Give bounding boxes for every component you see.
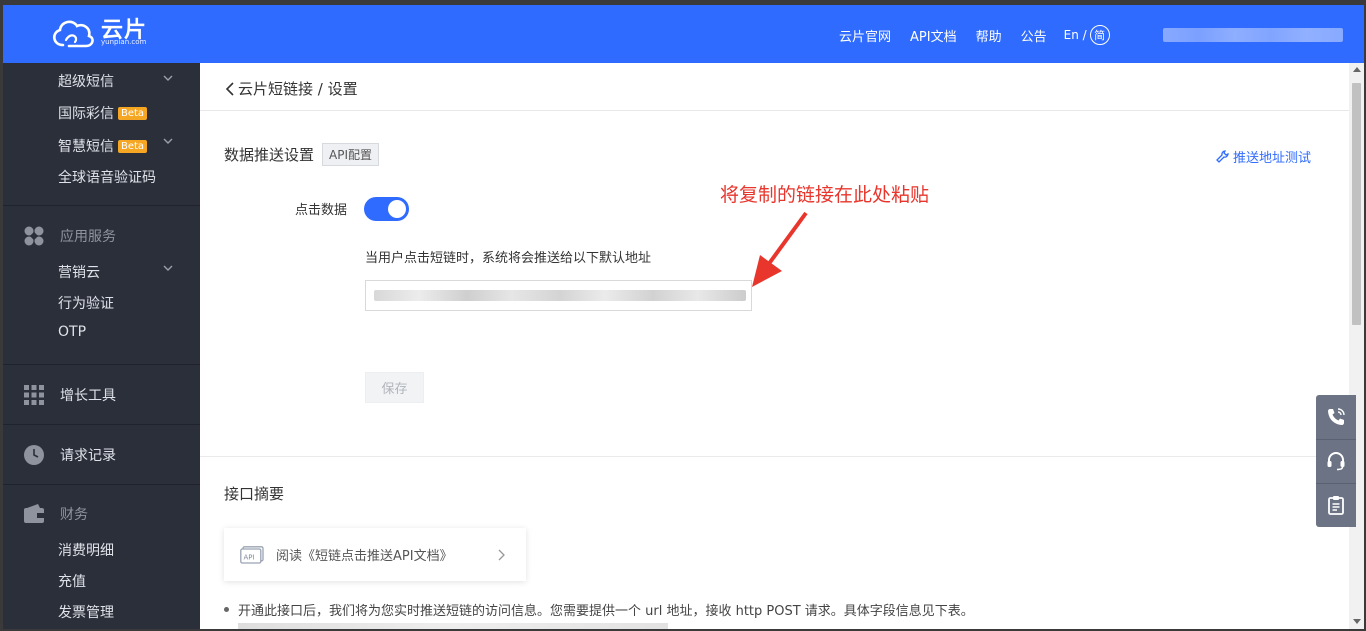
breadcrumb-text[interactable]: 云片短链接 / 设置 <box>238 78 358 99</box>
phone-icon <box>1328 408 1345 425</box>
api-doc-link: 阅读《短链点击推送API文档》 <box>276 549 453 564</box>
nav-help[interactable]: 帮助 <box>976 26 1002 45</box>
redacted-url-value <box>374 290 746 301</box>
app-window: 云片 yunpian.com 云片官网 API文档 帮助 公告 En / 简 超… <box>3 5 1364 629</box>
breadcrumb: 云片短链接 / 设置 <box>225 78 358 99</box>
support-button[interactable] <box>1316 439 1356 483</box>
nav-announcements[interactable]: 公告 <box>1021 26 1047 45</box>
click-data-toggle[interactable] <box>364 197 409 221</box>
feedback-button[interactable] <box>1316 483 1356 527</box>
sidebar-item-label: 发票管理 <box>58 605 114 621</box>
sidebar-item-label: 行为验证 <box>58 296 114 312</box>
sidebar-divider <box>3 424 200 425</box>
nav-official-site[interactable]: 云片官网 <box>839 26 891 45</box>
sidebar-section-request-log[interactable]: 请求记录 <box>23 444 116 466</box>
paste-annotation: 将复制的链接在此处粘贴 <box>720 184 930 206</box>
toggle-label: 点击数据 <box>295 203 348 218</box>
grid-icon <box>24 385 44 405</box>
user-account-redacted[interactable] <box>1163 28 1343 42</box>
annotation-arrow-icon <box>752 211 808 287</box>
apps-icon <box>24 226 44 246</box>
headset-icon <box>1327 452 1345 471</box>
sidebar-item-label: 全球语音验证码 <box>58 170 156 186</box>
section-label: 财务 <box>60 507 88 523</box>
divider <box>200 456 1349 457</box>
sidebar-item-label: 智慧短信 <box>58 139 114 155</box>
header-nav: 云片官网 API文档 帮助 公告 En / 简 <box>839 25 1110 45</box>
phone-button[interactable] <box>1316 395 1356 439</box>
sidebar-item-otp[interactable]: OTP <box>58 324 86 340</box>
top-navbar: 云片 yunpian.com 云片官网 API文档 帮助 公告 En / 简 <box>3 5 1364 63</box>
sidebar-item-label: 营销云 <box>58 265 100 281</box>
divider <box>200 110 1349 111</box>
scroll-down-arrow-icon[interactable] <box>1353 619 1361 624</box>
sidebar-divider <box>3 364 200 365</box>
sidebar: 超级短信 国际彩信 Beta 智慧短信 Beta 全球语音验证码 应用服务 营销云 … <box>3 63 200 629</box>
sidebar-item-label: 国际彩信 <box>58 106 114 122</box>
note-text: 开通此接口后，我们将为您实时推送短链的访问信息。您需要提供一个 url 地址，接… <box>238 604 974 619</box>
lang-en[interactable]: En / <box>1064 28 1087 42</box>
sidebar-item-label: 消费明细 <box>58 543 114 559</box>
sidebar-item-label: 充值 <box>58 574 86 590</box>
section-title: 数据推送设置 <box>224 146 315 164</box>
chevron-down-icon[interactable] <box>163 136 173 146</box>
clipboard-icon <box>1328 496 1344 515</box>
interface-summary-title: 接口摘要 <box>224 485 285 503</box>
cut-off-text-line <box>238 623 668 629</box>
logo-domain: yunpian.com <box>101 38 147 46</box>
sidebar-item-smart-sms[interactable]: 智慧短信 Beta <box>58 136 148 156</box>
sidebar-item-label: 超级短信 <box>58 74 114 90</box>
scrollbar-thumb[interactable] <box>1352 83 1361 325</box>
api-doc-icon: API <box>240 545 264 564</box>
push-description: 当用户点击短链时，系统将会推送给以下默认地址 <box>365 251 652 266</box>
sidebar-item-label: OTP <box>58 324 87 340</box>
language-switch[interactable]: En / 简 <box>1064 25 1110 45</box>
interface-note: 开通此接口后，我们将为您实时推送短链的访问信息。您需要提供一个 url 地址，接… <box>224 600 974 619</box>
back-chevron-icon[interactable] <box>225 81 235 96</box>
section-label: 请求记录 <box>60 448 116 464</box>
sidebar-item-voice-code[interactable]: 全球语音验证码 <box>58 167 156 187</box>
sidebar-item-billing-details[interactable]: 消费明细 <box>58 540 114 560</box>
main-content: 云片短链接 / 设置 数据推送设置 API配置 推送地址测试 点击数据 当用户点… <box>200 63 1349 629</box>
sidebar-item-behavior-verify[interactable]: 行为验证 <box>58 293 114 313</box>
sidebar-item-recharge[interactable]: 充值 <box>58 571 86 591</box>
api-doc-card[interactable]: API 阅读《短链点击推送API文档》 <box>224 528 526 581</box>
chevron-down-icon[interactable] <box>163 73 173 83</box>
clock-icon <box>24 445 44 465</box>
api-config-tag[interactable]: API配置 <box>322 143 380 166</box>
push-url-test-link[interactable]: 推送地址测试 <box>1216 147 1311 166</box>
wallet-icon <box>24 504 44 523</box>
sidebar-section-finance[interactable]: 财务 <box>23 503 88 525</box>
section-header: 数据推送设置 API配置 <box>224 143 380 166</box>
wrench-icon <box>1216 150 1229 163</box>
sidebar-section-app-services[interactable]: 应用服务 <box>23 225 116 247</box>
lang-cn[interactable]: 简 <box>1089 25 1110 45</box>
section-label: 增长工具 <box>60 388 116 404</box>
svg-text:API: API <box>244 553 255 561</box>
scroll-up-arrow-icon[interactable] <box>1353 67 1361 72</box>
bullet-dot <box>224 607 229 612</box>
save-button[interactable]: 保存 <box>365 372 424 403</box>
sidebar-item-super-sms[interactable]: 超级短信 <box>58 71 114 91</box>
sidebar-item-invoice-mgmt[interactable]: 发票管理 <box>58 602 114 622</box>
sidebar-divider <box>3 484 200 485</box>
sidebar-item-intl-mms[interactable]: 国际彩信 Beta <box>58 103 148 123</box>
sidebar-item-marketing-cloud[interactable]: 营销云 <box>58 262 100 282</box>
beta-badge: Beta <box>118 107 148 120</box>
floating-toolbar <box>1316 395 1356 527</box>
toggle-knob <box>388 200 406 218</box>
nav-api-docs[interactable]: API文档 <box>910 26 957 45</box>
sidebar-section-growth-tools[interactable]: 增长工具 <box>23 384 116 406</box>
section-label: 应用服务 <box>60 229 116 245</box>
chevron-down-icon[interactable] <box>163 263 173 273</box>
chevron-right-icon <box>498 549 505 561</box>
beta-badge: Beta <box>118 140 148 153</box>
push-url-input[interactable] <box>365 280 752 311</box>
test-link-label: 推送地址测试 <box>1233 151 1312 166</box>
sidebar-divider <box>3 205 200 206</box>
